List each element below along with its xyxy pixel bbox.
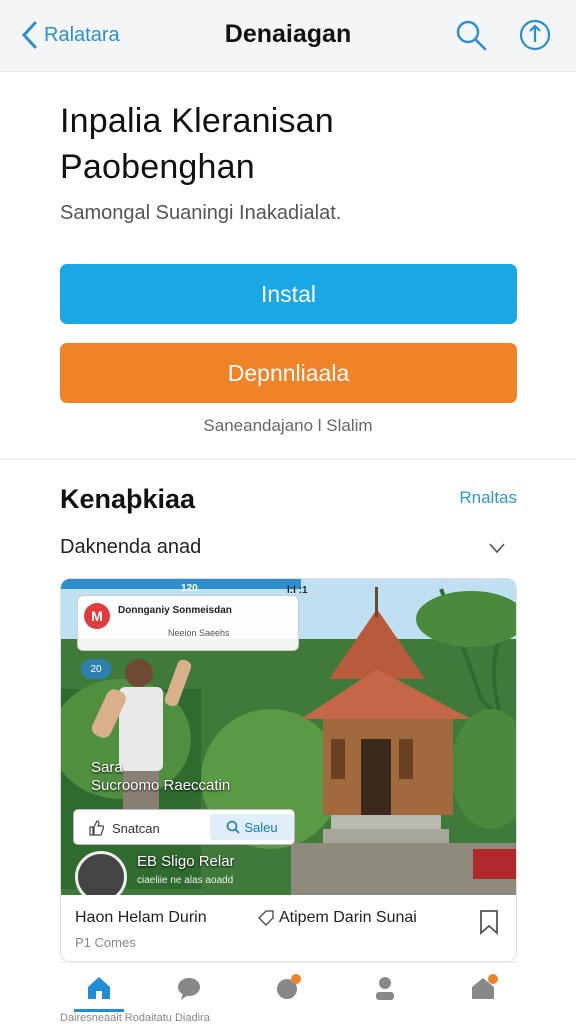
preview-card[interactable]: 120 l:l :1 M Donnganiy Sonmeisdan Neeion…: [60, 578, 517, 962]
profile-icon[interactable]: [370, 973, 400, 1003]
section-title: Kenaþkiaa: [60, 484, 196, 514]
search-icon: [227, 820, 240, 834]
count-badge: 20: [81, 659, 111, 679]
notification-title: Donnganiy Sonmeisdan: [118, 605, 232, 616]
see-all-link[interactable]: Rnaltas: [459, 488, 517, 508]
app-title: Inpalia Kleranisan Paobenghan: [60, 98, 530, 190]
bookmark-icon[interactable]: [478, 909, 500, 935]
like-button[interactable]: Snatcan: [88, 819, 160, 837]
sort-dropdown[interactable]: Daknenda anad: [60, 536, 201, 559]
install-button[interactable]: Instal: [60, 264, 517, 324]
share-icon[interactable]: [518, 18, 552, 52]
like-label: Snatcan: [112, 820, 160, 836]
footer-title: Haon Helam Durin: [75, 909, 207, 926]
heart-icon[interactable]: [486, 538, 508, 558]
notification-banner: M Donnganiy Sonmeisdan Neeion Saeehs: [77, 595, 299, 651]
search-icon[interactable]: [454, 18, 488, 52]
footer-tag-label: Atipem Darin Sunai: [279, 909, 417, 926]
home-icon[interactable]: [84, 973, 114, 1003]
app-logo-icon: M: [84, 603, 110, 629]
card-footer: Haon Helam Durin P1 Comes Atipem Darin S…: [61, 895, 516, 961]
download-button[interactable]: Depnnliaala: [60, 343, 517, 403]
thumbs-up-icon: [89, 820, 105, 836]
next-row-peek: Dairesneaait Rodaitatu Diadira: [60, 1012, 210, 1024]
action-bar: Snatcan Saleu: [73, 809, 295, 845]
top-bar: Ralatara Denaiagan: [0, 0, 576, 72]
app-subtitle: Samongal Suaningi Inakadialat.: [60, 202, 342, 224]
store-icon[interactable]: [468, 973, 498, 1003]
store-name: EB Sligo Relar: [137, 853, 235, 870]
overlay-caption: Sara Sucroomo Raeccatin: [91, 759, 230, 795]
footnote: Saneandajano l Slalim: [203, 416, 373, 435]
footer-tag[interactable]: Atipem Darin Sunai: [257, 909, 417, 927]
page-title: Denaiagan: [224, 20, 352, 48]
app-title-line1: Inpalia Kleranisan: [60, 102, 334, 140]
overlay-line1: Sara: [91, 759, 123, 776]
store-subtitle: ciaeliie ne alas aoadd: [137, 875, 234, 886]
games-icon[interactable]: [272, 973, 302, 1003]
divider: [0, 458, 576, 460]
card-search-label: Saleu: [244, 819, 278, 835]
footer-subtitle: P1 Comes: [75, 935, 136, 950]
card-search-button[interactable]: Saleu: [210, 814, 294, 840]
status-time: 120: [181, 583, 198, 594]
notification-subtitle: Neeion Saeehs: [168, 628, 230, 638]
app-title-line2: Paobenghan: [60, 148, 255, 186]
overlay-line2: Sucroomo Raeccatin: [91, 777, 231, 794]
tag-icon: [258, 910, 274, 926]
chat-icon[interactable]: [174, 973, 204, 1003]
